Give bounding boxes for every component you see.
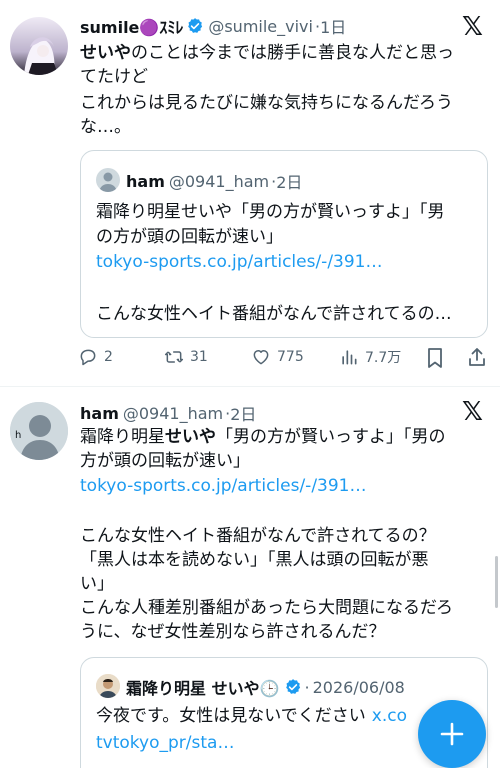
avatar[interactable]: h: [10, 402, 68, 460]
text-line: の方が頭の回転が速い」: [96, 227, 283, 247]
retweet-icon: [164, 351, 184, 363]
quote-author-name[interactable]: ham: [126, 172, 165, 191]
tweet-time[interactable]: 1日: [320, 14, 346, 38]
reply-count: 2: [104, 349, 113, 365]
scrollbar[interactable]: [495, 556, 498, 608]
views-chart-icon: [342, 350, 357, 365]
article-link[interactable]: tokyo-sports.co.jp/articles/-/391…: [80, 475, 495, 498]
text-line: 霜降り明星: [80, 427, 165, 447]
views-count: 7.7万: [365, 350, 402, 366]
short-link[interactable]: x.co: [372, 706, 407, 726]
verified-badge-icon: [188, 18, 203, 33]
text-line: い」: [80, 574, 114, 594]
reply-button[interactable]: 2: [78, 347, 113, 367]
verified-badge-icon: [285, 679, 300, 694]
x-logo-icon[interactable]: 𝕏: [462, 397, 483, 427]
tweet-time[interactable]: 2日: [230, 401, 256, 425]
text-line: のことは今までは勝手に善良な人だと思っ: [131, 43, 454, 63]
author-name[interactable]: ham: [80, 404, 119, 423]
short-link-continued[interactable]: tvtokyo_pr/sta…: [96, 732, 426, 755]
person-photo-icon: [96, 674, 120, 698]
author-name[interactable]: sumile🟣ｽﾐﾚ: [80, 14, 183, 38]
quote-author-name[interactable]: 霜降り明星 せいや🕒: [126, 675, 280, 699]
text-line: これからは見るたびに嫌な気持ちになるんだろう: [80, 93, 453, 113]
bookmark-icon[interactable]: [425, 347, 445, 369]
x-logo-icon[interactable]: 𝕏: [462, 12, 483, 42]
like-count: 775: [277, 349, 304, 365]
tweet-text: 霜降り明星せいや「男の方が賢いっすよ」「男の 方が頭の回転が速い」 tokyo-…: [80, 426, 495, 644]
retweet-count: 31: [190, 349, 208, 365]
text-line: 「男の方が賢いっすよ」「男の: [216, 427, 446, 447]
text-line: こんな女性ヘイト番組がなんで許されてるの…: [96, 304, 452, 324]
text-line: 方が頭の回転が速い」: [80, 451, 250, 471]
retweet-button[interactable]: 31: [164, 347, 208, 367]
plus-icon: [440, 722, 464, 746]
dot-separator: ·: [304, 677, 310, 697]
avatar-letter: h: [15, 430, 22, 441]
heart-icon: [253, 350, 269, 365]
quote-text: 霜降り明星せいや「男の方が賢いっすよ」「男 の方が頭の回転が速い」 tokyo-…: [96, 201, 486, 326]
tweet-text: せいやのことは今までは勝手に善良な人だと思っ てたけど これからは見るたびに嫌な…: [80, 42, 495, 139]
reply-icon: [80, 349, 96, 366]
text-line: うに、なぜ女性差別なら許されるんだ？: [80, 622, 386, 642]
text-line: 今夜です。女性は見ないでください: [96, 706, 366, 726]
quote-time[interactable]: 2026/06/08: [313, 678, 405, 697]
quote-text: 今夜です。女性は見ないでください x.co tvtokyo_pr/sta…: [96, 705, 426, 755]
bold-mention: せいや: [80, 43, 131, 63]
default-avatar-icon: [99, 172, 117, 192]
text-line: こんな女性ヘイト番組がなんで許されてるの？: [80, 526, 436, 546]
text-line: てたけど: [80, 67, 148, 87]
author-handle[interactable]: @sumile_vivi: [208, 17, 313, 36]
author-handle[interactable]: @0941_ham: [123, 404, 223, 423]
share-icon[interactable]: [466, 346, 488, 368]
quote-avatar: [96, 168, 120, 192]
anime-avatar-icon: [10, 17, 68, 75]
text-line: な…。: [80, 117, 131, 137]
bold-mention: せいや: [165, 427, 216, 447]
quote-avatar: [96, 674, 120, 698]
like-button[interactable]: 775: [251, 347, 304, 367]
article-link[interactable]: tokyo-sports.co.jp/articles/-/391…: [96, 251, 486, 274]
quote-author-handle[interactable]: @0941_ham: [169, 172, 269, 191]
text-line: こんな人種差別番組があったら大問題になるだろ: [80, 598, 453, 618]
avatar[interactable]: [10, 17, 68, 75]
quote-time[interactable]: 2日: [276, 169, 302, 193]
compose-button[interactable]: [418, 700, 486, 768]
text-line: 「黒人は本を読めない」「黒人は頭の回転が悪: [80, 550, 429, 570]
views-button[interactable]: 7.7万: [339, 347, 401, 367]
text-line: 霜降り明星せいや「男の方が賢いっすよ」「男: [96, 202, 445, 222]
